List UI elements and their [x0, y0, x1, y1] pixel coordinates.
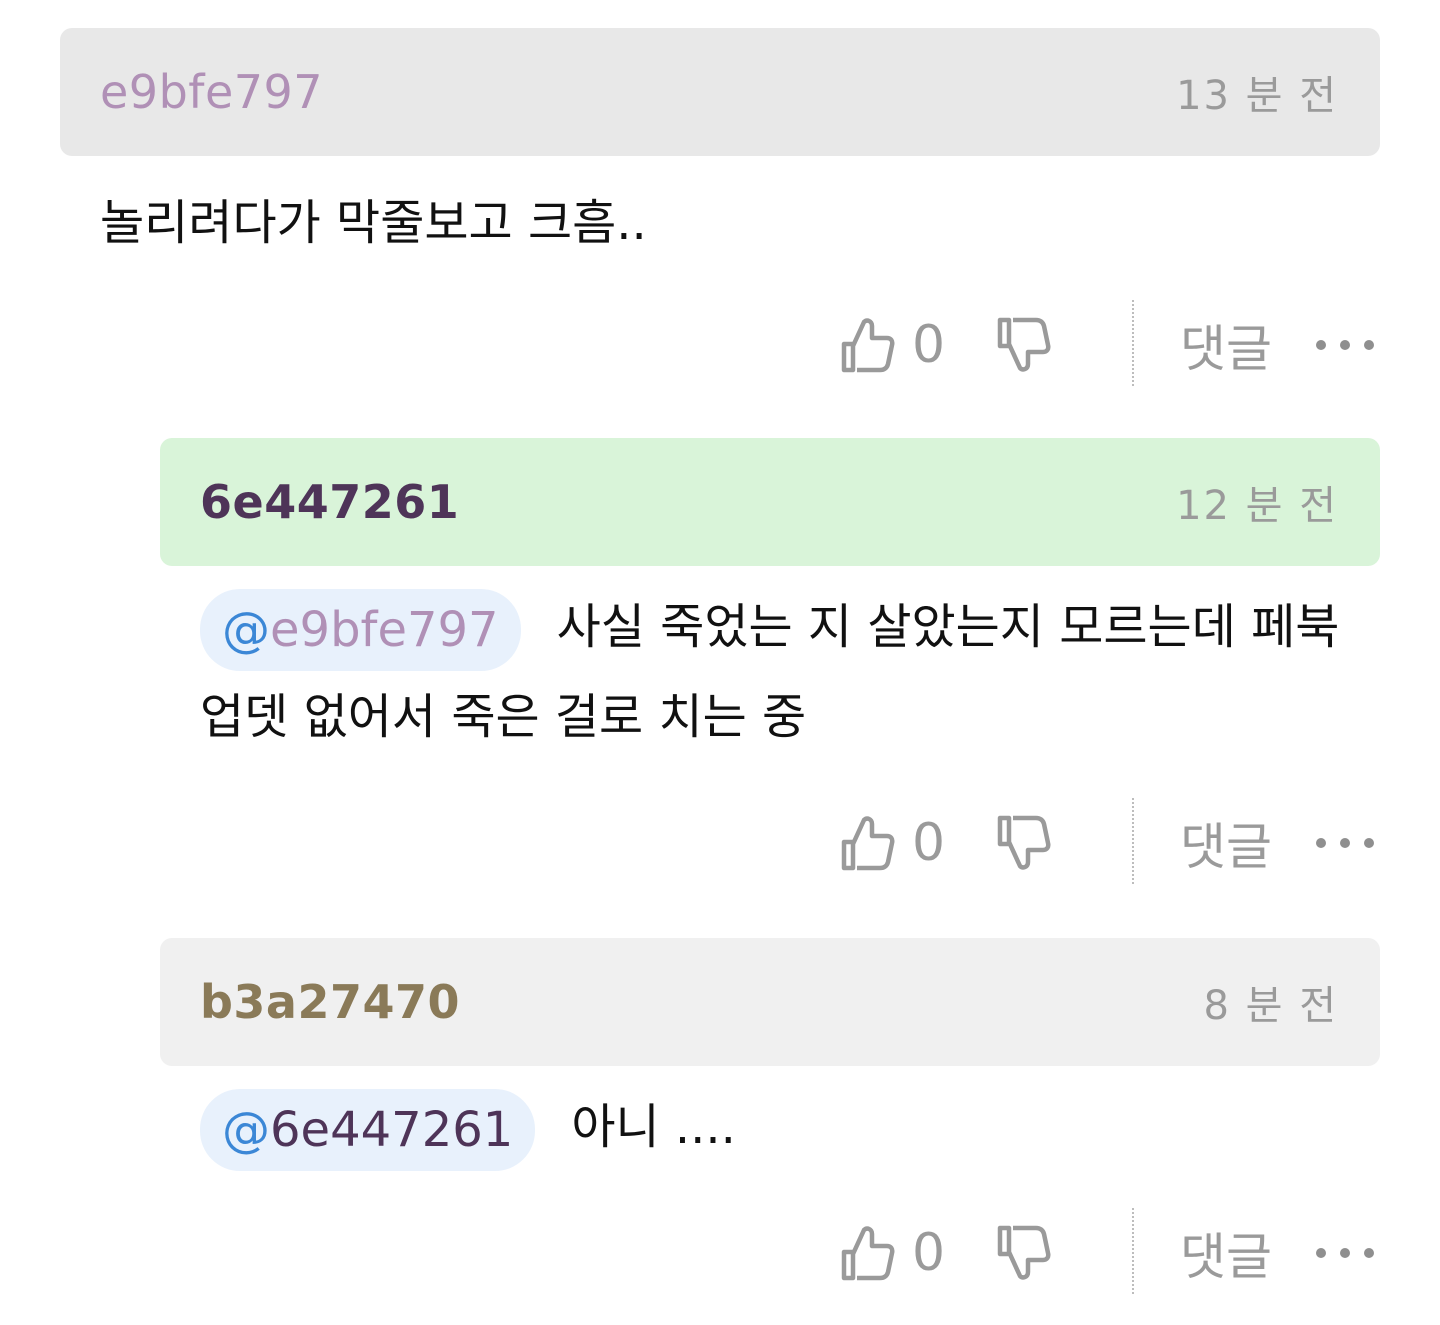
- dislike-button[interactable]: [996, 798, 1052, 888]
- reply-comment: 6e447261 12 분 전 @e9bfe797 사실 죽었는 지 살았는지 모…: [160, 438, 1380, 762]
- like-count: 0: [912, 813, 946, 873]
- comment-body: 아니 ....: [571, 1099, 736, 1155]
- username[interactable]: 6e447261: [200, 475, 459, 529]
- comment-actions: 0 댓글: [840, 1208, 1380, 1298]
- more-dots-icon: [1316, 1248, 1374, 1258]
- like-button[interactable]: [840, 300, 896, 390]
- divider: [1132, 1208, 1134, 1294]
- more-dots-icon: [1316, 838, 1374, 848]
- username[interactable]: b3a27470: [200, 975, 460, 1029]
- comment-text: @6e447261 아니 ....: [160, 1082, 1380, 1172]
- comment-text: 놀리려다가 막줄보고 크흠..: [100, 195, 647, 251]
- thumbs-up-icon: [841, 318, 895, 373]
- divider: [1132, 300, 1134, 386]
- mention-tag[interactable]: @e9bfe797: [200, 589, 521, 671]
- thumbs-down-icon: [997, 815, 1051, 870]
- reply-button[interactable]: 댓글: [1180, 300, 1272, 390]
- thumbs-down-icon: [997, 317, 1051, 372]
- like-button[interactable]: [840, 1208, 896, 1298]
- thumbs-down-icon: [997, 1225, 1051, 1280]
- thumbs-up-icon: [841, 816, 895, 871]
- more-button[interactable]: [1316, 300, 1374, 390]
- comment-header: b3a27470 8 분 전: [160, 938, 1380, 1066]
- username[interactable]: e9bfe797: [100, 65, 323, 119]
- comment-actions: 0 댓글: [840, 300, 1380, 390]
- reply-button[interactable]: 댓글: [1180, 1208, 1272, 1298]
- comment: e9bfe797 13 분 전 놀리려다가 막줄보고 크흠..: [60, 28, 1380, 268]
- dislike-button[interactable]: [996, 300, 1052, 390]
- reply-comment: b3a27470 8 분 전 @6e447261 아니 ....: [160, 938, 1380, 1172]
- comment-header: 6e447261 12 분 전: [160, 438, 1380, 566]
- comment-text: @e9bfe797 사실 죽었는 지 살았는지 모르는데 페북 업뎃 없어서 죽은…: [160, 582, 1380, 762]
- timestamp: 8 분 전: [1203, 983, 1338, 1029]
- more-button[interactable]: [1316, 1208, 1374, 1298]
- mention-tag[interactable]: @6e447261: [200, 1089, 536, 1171]
- like-count: 0: [912, 315, 946, 375]
- dislike-button[interactable]: [996, 1208, 1052, 1298]
- reply-button[interactable]: 댓글: [1180, 798, 1272, 888]
- thumbs-up-icon: [841, 1226, 895, 1281]
- timestamp: 13 분 전: [1176, 73, 1338, 119]
- comment-header: e9bfe797 13 분 전: [60, 28, 1380, 156]
- more-button[interactable]: [1316, 798, 1374, 888]
- like-count: 0: [912, 1223, 946, 1283]
- divider: [1132, 798, 1134, 884]
- comment-actions: 0 댓글: [840, 798, 1380, 888]
- more-dots-icon: [1316, 340, 1374, 350]
- like-button[interactable]: [840, 798, 896, 888]
- timestamp: 12 분 전: [1176, 483, 1338, 529]
